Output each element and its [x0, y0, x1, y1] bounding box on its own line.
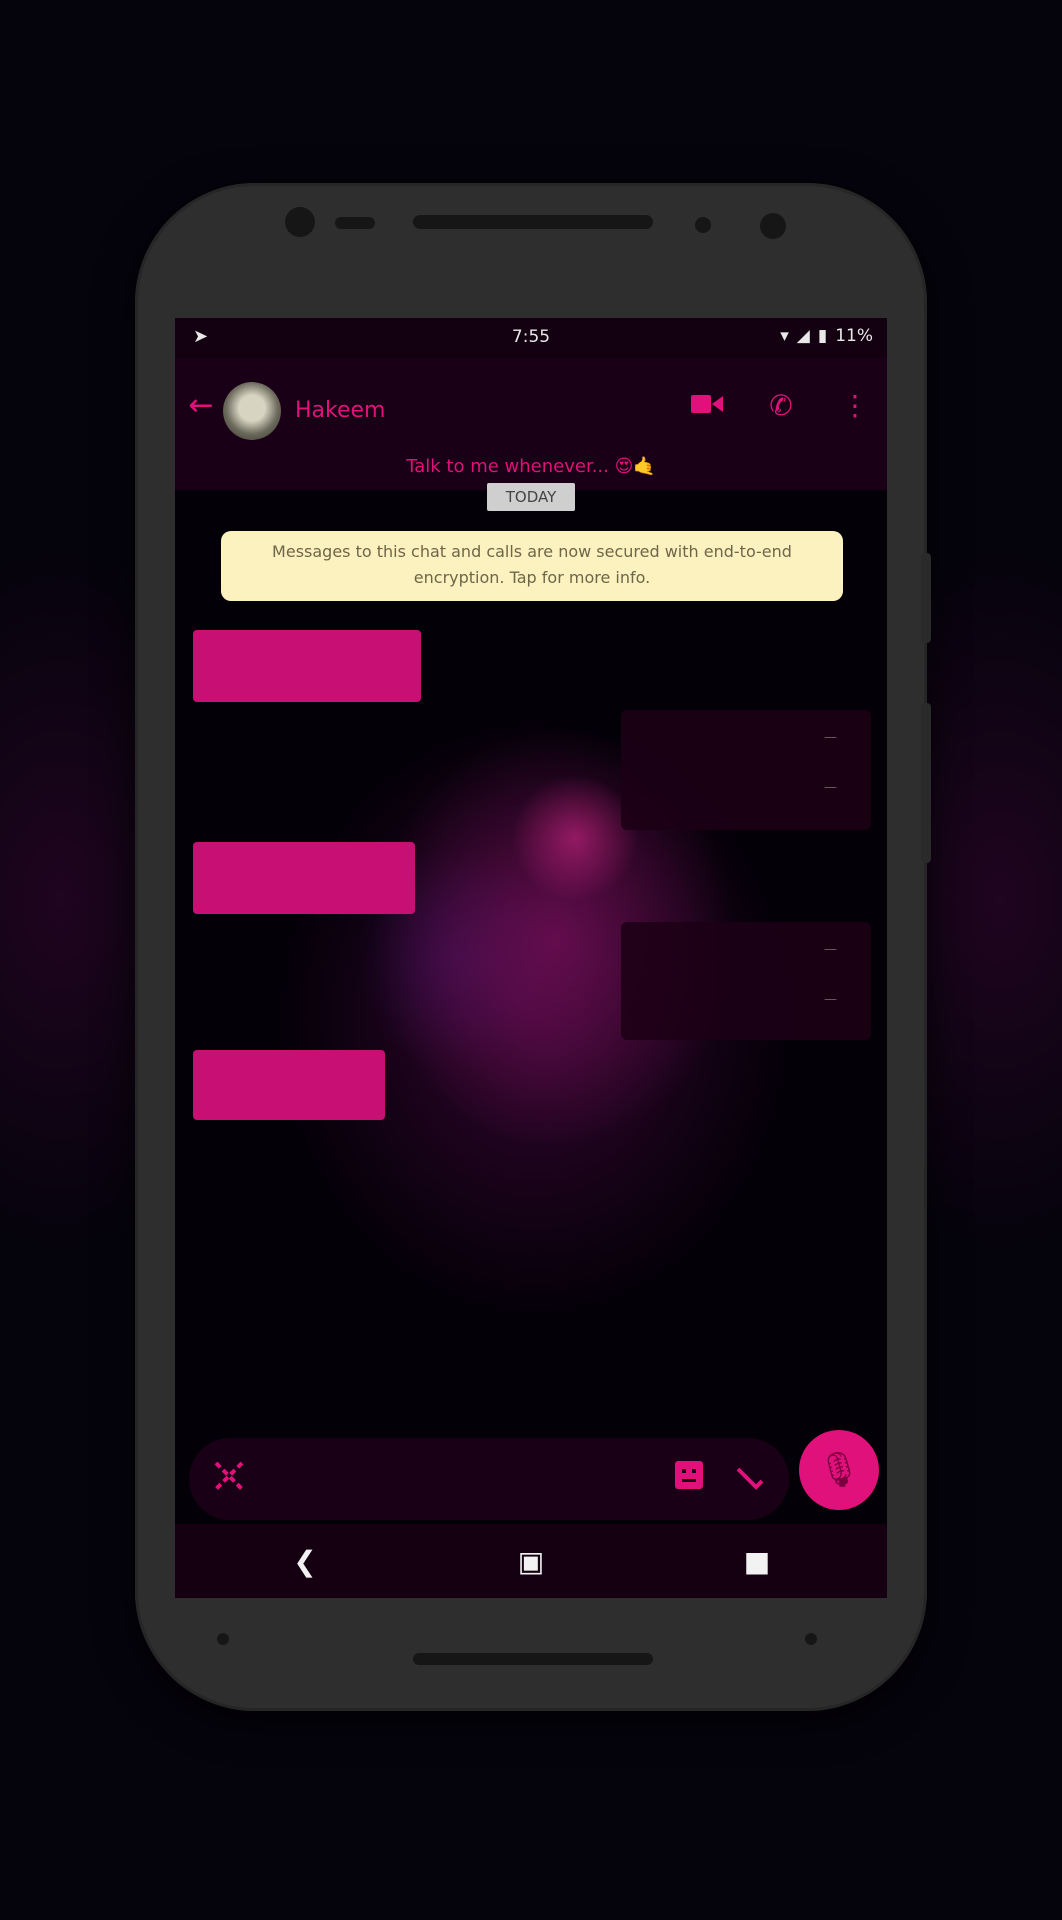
navigation-bar: ❮ ▣ ■: [175, 1524, 887, 1598]
message-meta: —: [824, 730, 837, 745]
signal-icon: ◢: [796, 326, 810, 346]
volume-button: [921, 703, 931, 863]
message-meta: —: [824, 780, 837, 795]
phone-frame: ➤ 7:55 ▾ ◢ ▮ 11% ← Hakeem ✆ ⋮ Talk to me…: [135, 183, 931, 1711]
sensor: [335, 217, 375, 229]
power-button: [921, 553, 931, 643]
header-actions: ✆ ⋮: [687, 386, 875, 426]
battery-percent: 11%: [835, 326, 873, 346]
more-vert-icon[interactable]: ⋮: [835, 386, 875, 426]
earpiece-speaker: [413, 215, 653, 229]
flash: [760, 213, 786, 239]
emoji-icon[interactable]: [209, 1459, 249, 1499]
incoming-message[interactable]: [193, 1050, 385, 1120]
background: ➤ 7:55 ▾ ◢ ▮ 11% ← Hakeem ✆ ⋮ Talk to me…: [0, 0, 1062, 1920]
mic-button[interactable]: 🎙: [799, 1430, 879, 1510]
video-call-icon[interactable]: [687, 386, 727, 426]
date-chip: TODAY: [487, 483, 575, 511]
battery-icon: ▮: [817, 326, 828, 346]
outgoing-message[interactable]: — —: [621, 922, 871, 1040]
front-camera: [285, 207, 315, 237]
message-meta: —: [824, 992, 837, 1007]
incoming-message[interactable]: [193, 842, 415, 914]
contact-name[interactable]: Hakeem: [295, 398, 385, 423]
encryption-notice[interactable]: Messages to this chat and calls are now …: [221, 531, 843, 601]
mic-icon: 🎙: [817, 1450, 861, 1490]
notice-line-1: Messages to this chat and calls are now …: [272, 542, 792, 561]
bottom-sensor: [805, 1633, 817, 1645]
home-nav-icon[interactable]: ▣: [511, 1542, 551, 1582]
recents-nav-icon[interactable]: ■: [737, 1542, 777, 1582]
status-icons: ▾ ◢ ▮ 11%: [780, 326, 873, 346]
phone-call-icon[interactable]: ✆: [761, 386, 801, 426]
screen: ➤ 7:55 ▾ ◢ ▮ 11% ← Hakeem ✆ ⋮ Talk to me…: [175, 318, 887, 1598]
message-meta: —: [824, 942, 837, 957]
incoming-message[interactable]: [193, 630, 421, 702]
wifi-icon: ▾: [780, 326, 789, 346]
back-arrow-icon[interactable]: ←: [183, 388, 219, 424]
chat-header: ← Hakeem ✆ ⋮ Talk to me whenever... 😍🤙: [175, 358, 887, 490]
avatar[interactable]: [223, 382, 281, 440]
contact-status: Talk to me whenever... 😍🤙: [406, 456, 656, 477]
outgoing-message[interactable]: — —: [621, 710, 871, 830]
proximity-sensor: [695, 217, 711, 233]
sticker-icon[interactable]: [669, 1459, 709, 1499]
bottom-speaker: [413, 1653, 653, 1665]
notice-line-2: encryption. Tap for more info.: [413, 568, 651, 587]
status-bar: ➤ 7:55 ▾ ◢ ▮ 11%: [175, 318, 887, 358]
bottom-sensor: [217, 1633, 229, 1645]
attach-icon[interactable]: [729, 1459, 769, 1499]
message-input[interactable]: [189, 1438, 789, 1520]
back-nav-icon[interactable]: ❮: [285, 1542, 325, 1582]
